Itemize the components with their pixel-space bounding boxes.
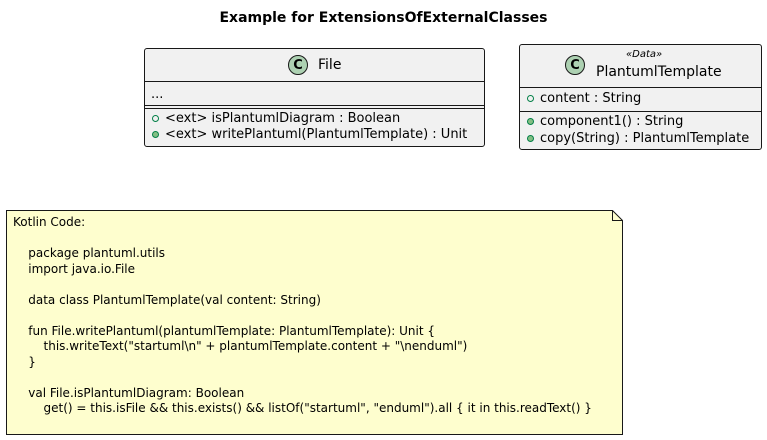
class-icon: C bbox=[565, 55, 585, 75]
class-method: component1() : String bbox=[527, 114, 683, 129]
public-visibility-icon bbox=[527, 95, 534, 102]
class-file: C File ... <ext> isPlantumlDiagram : Boo… bbox=[144, 48, 485, 147]
class-field: content : String bbox=[527, 91, 641, 106]
kotlin-code-note: Kotlin Code: package plantuml.utils impo… bbox=[6, 210, 623, 435]
class-method: <ext> isPlantumlDiagram : Boolean bbox=[152, 111, 400, 126]
class-icon: C bbox=[288, 55, 308, 75]
note-text: Kotlin Code: package plantuml.utils impo… bbox=[13, 215, 592, 415]
class-divider bbox=[145, 108, 484, 109]
public-method-icon bbox=[527, 135, 534, 142]
class-field: ... bbox=[151, 87, 164, 102]
public-method-icon bbox=[527, 118, 534, 125]
public-visibility-icon bbox=[152, 115, 159, 122]
class-name: File bbox=[318, 57, 342, 73]
class-divider bbox=[520, 87, 761, 88]
class-plantuml-template: C «Data» PlantumlTemplate content : Stri… bbox=[519, 44, 762, 150]
class-stereotype: «Data» bbox=[626, 49, 663, 60]
class-divider bbox=[145, 81, 484, 82]
class-method: copy(String) : PlantumlTemplate bbox=[527, 131, 749, 146]
class-method: <ext> writePlantuml(PlantumlTemplate) : … bbox=[152, 127, 467, 142]
diagram-title: Example for ExtensionsOfExternalClasses bbox=[219, 10, 548, 26]
public-method-icon bbox=[152, 131, 159, 138]
class-name: PlantumlTemplate bbox=[596, 64, 722, 80]
class-divider bbox=[520, 111, 761, 112]
class-divider bbox=[145, 105, 484, 106]
